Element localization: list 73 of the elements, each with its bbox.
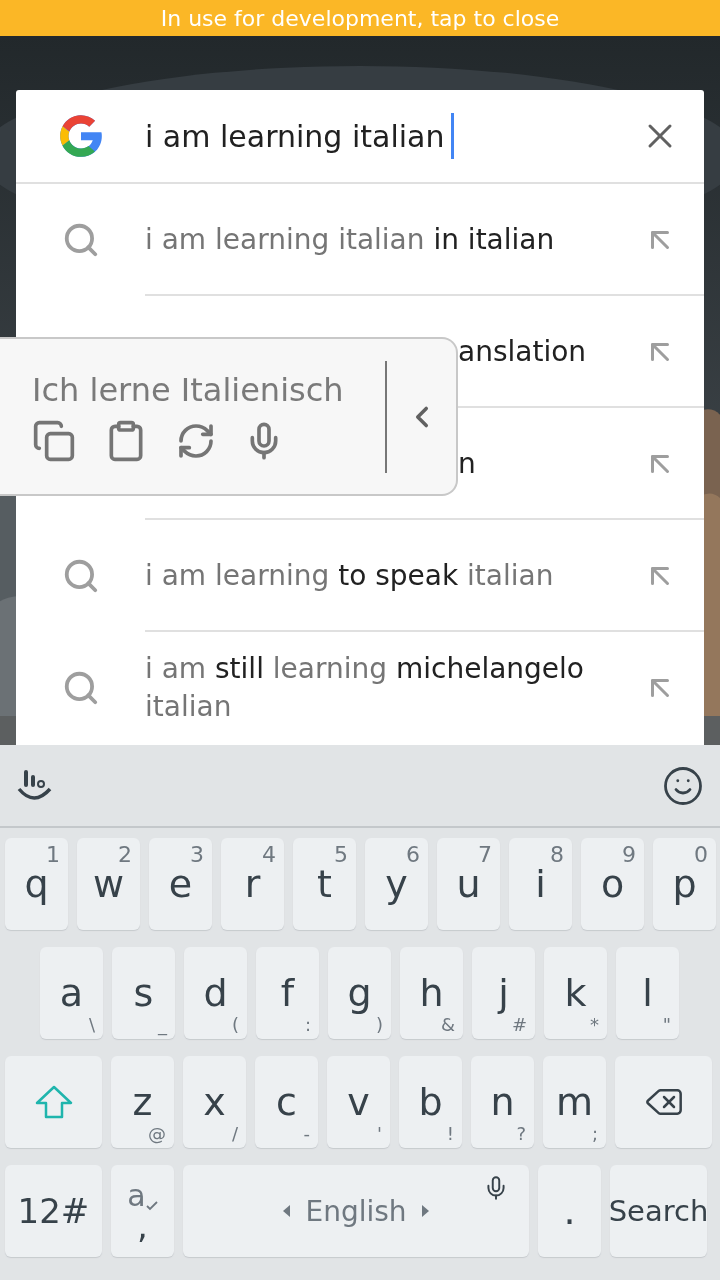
- symbols-key[interactable]: 12#: [5, 1165, 102, 1257]
- symbol-hint: ;: [591, 1123, 598, 1144]
- right-arrow-icon: [420, 1203, 431, 1219]
- letter-key[interactable]: n ?: [471, 1056, 534, 1148]
- letter-key[interactable]: h &: [400, 947, 463, 1039]
- symbol-hint: &: [440, 1014, 455, 1035]
- number-hint: 5: [334, 842, 348, 867]
- letter-key[interactable]: d (: [184, 947, 247, 1039]
- symbol-hint: *: [590, 1014, 599, 1035]
- symbol-hint: :: [304, 1014, 311, 1035]
- letter-key[interactable]: o 9: [581, 838, 644, 930]
- letter-key[interactable]: i 8: [509, 838, 572, 930]
- number-hint: 0: [694, 842, 708, 867]
- symbol-hint: ": [662, 1014, 671, 1035]
- number-hint: 1: [46, 842, 60, 867]
- letter-key[interactable]: u 7: [437, 838, 500, 930]
- accent-key[interactable]: a ,: [111, 1165, 174, 1257]
- letter-key[interactable]: r 4: [221, 838, 284, 930]
- left-arrow-icon: [281, 1203, 292, 1219]
- letter-key[interactable]: a \: [40, 947, 103, 1039]
- suggestion-text[interactable]: i am still learning michelangelo italian: [145, 650, 616, 726]
- letter-key[interactable]: e 3: [149, 838, 212, 930]
- symbol-hint: \: [88, 1014, 95, 1035]
- letter-key[interactable]: k *: [544, 947, 607, 1039]
- letter-key[interactable]: v ': [327, 1056, 390, 1148]
- letter-key[interactable]: y 6: [365, 838, 428, 930]
- symbol-hint: /: [231, 1123, 238, 1144]
- check-icon: [145, 1201, 158, 1211]
- emoji-icon[interactable]: [662, 764, 704, 807]
- translation-text: Ich lerne Italienisch: [32, 370, 345, 409]
- number-hint: 7: [478, 842, 492, 867]
- letter-key[interactable]: b !: [399, 1056, 462, 1148]
- symbol-hint: _: [158, 1014, 167, 1035]
- language-label: English: [305, 1194, 407, 1228]
- number-hint: 3: [190, 842, 204, 867]
- key-symbol: ,: [137, 1211, 148, 1241]
- number-hint: 6: [406, 842, 420, 867]
- space-key[interactable]: English: [183, 1165, 529, 1257]
- symbol-hint: ?: [516, 1123, 526, 1144]
- symbol-hint: ): [375, 1014, 383, 1035]
- symbol-hint: !: [446, 1123, 454, 1144]
- letter-key[interactable]: w 2: [77, 838, 140, 930]
- letter-key[interactable]: z @: [111, 1056, 174, 1148]
- suggestion-text[interactable]: i am learning to speak italian: [145, 557, 616, 595]
- shift-key[interactable]: [5, 1056, 102, 1148]
- letter-key[interactable]: f :: [256, 947, 319, 1039]
- symbol-hint: ': [377, 1123, 382, 1144]
- letter-key[interactable]: j #: [472, 947, 535, 1039]
- letter-key[interactable]: c -: [255, 1056, 318, 1148]
- suggestion-text[interactable]: i am learning italian in italian: [145, 221, 616, 259]
- copy-icon[interactable]: [32, 418, 76, 463]
- key-letter: a: [127, 1181, 146, 1211]
- letter-key[interactable]: t 5: [293, 838, 356, 930]
- number-hint: 4: [262, 842, 276, 867]
- number-hint: 8: [550, 842, 564, 867]
- letter-key[interactable]: g ): [328, 947, 391, 1039]
- letter-key[interactable]: m ;: [543, 1056, 606, 1148]
- backspace-key[interactable]: [615, 1056, 712, 1148]
- symbol-hint: #: [511, 1014, 527, 1035]
- shift-icon: [34, 1085, 73, 1119]
- letter-key[interactable]: p 0: [653, 838, 716, 930]
- letter-key[interactable]: s _: [112, 947, 175, 1039]
- letter-key[interactable]: x /: [183, 1056, 246, 1148]
- letter-key[interactable]: l ": [616, 947, 679, 1039]
- number-hint: 2: [118, 842, 132, 867]
- symbol-hint: -: [303, 1123, 310, 1144]
- period-key[interactable]: .: [538, 1165, 601, 1257]
- search-key[interactable]: Search: [610, 1165, 707, 1257]
- number-hint: 9: [622, 842, 636, 867]
- symbol-hint: (: [231, 1014, 239, 1035]
- search-field[interactable]: i am learning italian: [145, 113, 616, 159]
- letter-key[interactable]: q 1: [5, 838, 68, 930]
- symbol-hint: @: [148, 1123, 166, 1144]
